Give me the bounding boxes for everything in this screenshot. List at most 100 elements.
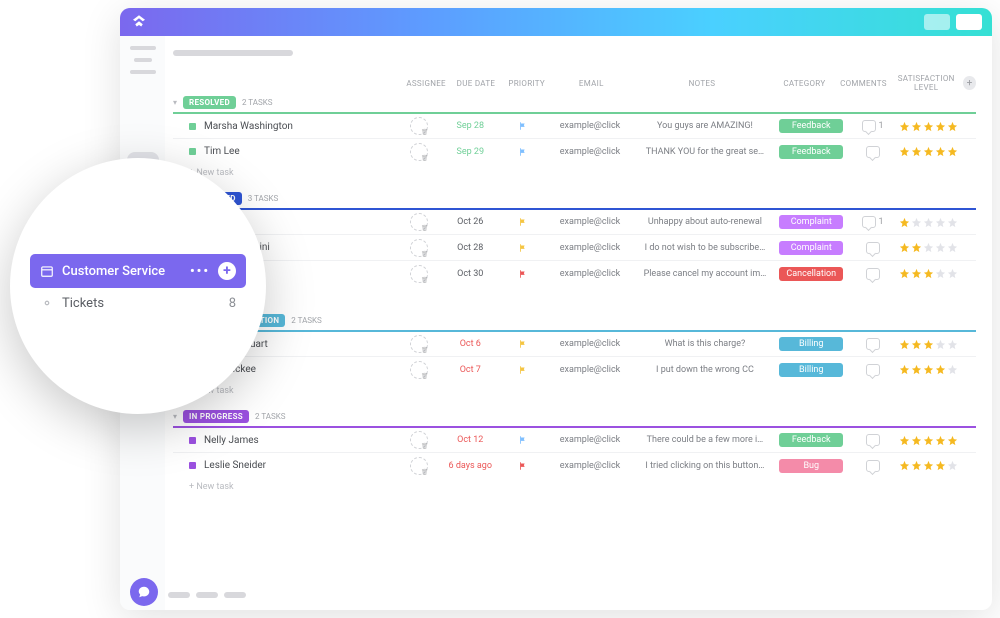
- category-cell[interactable]: Complaint: [777, 241, 846, 255]
- comments-cell[interactable]: 1: [846, 216, 900, 228]
- email-cell[interactable]: example@click: [547, 217, 633, 227]
- notes-cell[interactable]: I put down the wrong CC: [633, 365, 777, 375]
- group-header[interactable]: ▾RESOLVED2 TASKS: [173, 96, 976, 109]
- task-row[interactable]: Nelly James Oct 12 example@clickThere coul…: [173, 426, 976, 452]
- assignee-cell[interactable]: [396, 361, 442, 379]
- email-cell[interactable]: example@click: [547, 243, 633, 253]
- task-row[interactable]: Tessa AntoniniOct 28example@clickI do no…: [173, 234, 976, 260]
- email-cell[interactable]: example@click: [547, 435, 633, 445]
- task-row[interactable]: Leslie Sneider6 days agoexample@clickI t…: [173, 452, 976, 478]
- category-cell[interactable]: Billing: [777, 363, 846, 377]
- category-cell[interactable]: Feedback: [777, 119, 846, 133]
- add-list-button[interactable]: +: [218, 262, 236, 280]
- task-row[interactable]: Jessica StuartOct 6example@clickWhat is …: [173, 330, 976, 356]
- task-row[interactable]: Natalie PatelOct 30example@clickPlease c…: [173, 260, 976, 286]
- satisfaction-cell[interactable]: [899, 242, 976, 253]
- priority-cell[interactable]: [499, 216, 547, 228]
- window-min-button[interactable]: [924, 14, 950, 30]
- email-cell[interactable]: example@click: [547, 339, 633, 349]
- category-cell[interactable]: Billing: [777, 337, 846, 351]
- new-task-button[interactable]: + New task: [173, 478, 976, 492]
- task-name[interactable]: Tim Lee: [204, 146, 396, 157]
- col-comments[interactable]: COMMENTS: [838, 79, 890, 88]
- task-name[interactable]: Nelly James: [204, 435, 396, 446]
- assignee-cell[interactable]: [396, 265, 442, 283]
- email-cell[interactable]: example@click: [547, 269, 633, 279]
- category-cell[interactable]: Feedback: [777, 433, 846, 447]
- space-row[interactable]: Customer Service ••• +: [30, 254, 246, 288]
- task-row[interactable]: Tom MckeeOct 7example@clickI put down th…: [173, 356, 976, 382]
- assignee-cell[interactable]: [396, 213, 442, 231]
- priority-cell[interactable]: [499, 120, 547, 132]
- due-date-cell[interactable]: Oct 12: [442, 435, 499, 445]
- list-row[interactable]: Tickets 8: [30, 288, 246, 318]
- notes-cell[interactable]: You guys are AMAZING!: [633, 121, 777, 131]
- task-row[interactable]: Kylie ParkOct 26example@clickUnhappy abo…: [173, 208, 976, 234]
- new-task-button[interactable]: + New task: [173, 382, 976, 396]
- assignee-cell[interactable]: [396, 335, 442, 353]
- category-cell[interactable]: Feedback: [777, 145, 846, 159]
- col-category[interactable]: CATEGORY: [771, 79, 837, 88]
- notes-cell[interactable]: There could be a few more i…: [633, 435, 777, 445]
- priority-cell[interactable]: [499, 364, 547, 376]
- add-column-button[interactable]: +: [963, 76, 976, 90]
- chevron-down-icon[interactable]: ▾: [173, 98, 177, 107]
- priority-cell[interactable]: [499, 434, 547, 446]
- comments-cell[interactable]: [846, 242, 900, 254]
- satisfaction-cell[interactable]: [899, 146, 976, 157]
- email-cell[interactable]: example@click: [547, 147, 633, 157]
- email-cell[interactable]: example@click: [547, 365, 633, 375]
- due-date-cell[interactable]: Oct 30: [442, 269, 499, 279]
- assignee-cell[interactable]: [396, 457, 442, 475]
- comments-cell[interactable]: [846, 268, 900, 280]
- due-date-cell[interactable]: Oct 26: [442, 217, 499, 227]
- due-date-cell[interactable]: Sep 29: [442, 147, 499, 157]
- comments-cell[interactable]: [846, 364, 900, 376]
- assignee-cell[interactable]: [396, 431, 442, 449]
- col-email[interactable]: EMAIL: [550, 79, 633, 88]
- group-header[interactable]: ▾NEEDS CLARIFICATION2 TASKS: [173, 314, 976, 327]
- satisfaction-cell[interactable]: [899, 364, 976, 375]
- notes-cell[interactable]: I do not wish to be subscribe…: [633, 243, 777, 253]
- chevron-down-icon[interactable]: ▾: [173, 412, 177, 421]
- comments-cell[interactable]: [846, 338, 900, 350]
- email-cell[interactable]: example@click: [547, 461, 633, 471]
- priority-cell[interactable]: [499, 242, 547, 254]
- col-priority[interactable]: PRIORITY: [504, 79, 550, 88]
- group-header[interactable]: ▾ESCALATED3 TASKS: [173, 192, 976, 205]
- due-date-cell[interactable]: Oct 28: [442, 243, 499, 253]
- task-row[interactable]: Marsha WashingtonSep 28example@clickYou …: [173, 112, 976, 138]
- space-menu-button[interactable]: •••: [190, 264, 210, 279]
- notes-cell[interactable]: THANK YOU for the great se…: [633, 147, 777, 157]
- task-name[interactable]: Leslie Sneider: [204, 460, 396, 471]
- task-name[interactable]: Marsha Washington: [204, 121, 396, 132]
- col-assignee[interactable]: ASSIGNEE: [404, 79, 448, 88]
- category-cell[interactable]: Bug: [777, 459, 846, 473]
- col-notes[interactable]: NOTES: [633, 79, 771, 88]
- task-row[interactable]: Tim Lee Sep 29 example@clickTHANK YOU for …: [173, 138, 976, 164]
- satisfaction-cell[interactable]: [899, 121, 976, 132]
- notes-cell[interactable]: Unhappy about auto-renewal: [633, 217, 777, 227]
- window-max-button[interactable]: [956, 14, 982, 30]
- chat-fab-button[interactable]: [130, 578, 158, 606]
- group-header[interactable]: ▾IN PROGRESS2 TASKS: [173, 410, 976, 423]
- priority-cell[interactable]: [499, 338, 547, 350]
- due-date-cell[interactable]: Oct 7: [442, 365, 499, 375]
- category-cell[interactable]: Complaint: [777, 215, 846, 229]
- notes-cell[interactable]: What is this charge?: [633, 339, 777, 349]
- comments-cell[interactable]: [846, 146, 900, 158]
- priority-cell[interactable]: [499, 146, 547, 158]
- due-date-cell[interactable]: Oct 6: [442, 339, 499, 349]
- due-date-cell[interactable]: Sep 28: [442, 121, 499, 131]
- satisfaction-cell[interactable]: [899, 339, 976, 350]
- priority-cell[interactable]: [499, 460, 547, 472]
- satisfaction-cell[interactable]: [899, 217, 976, 228]
- due-date-cell[interactable]: 6 days ago: [442, 461, 499, 471]
- notes-cell[interactable]: Please cancel my account im…: [633, 269, 777, 279]
- comments-cell[interactable]: [846, 434, 900, 446]
- priority-cell[interactable]: [499, 268, 547, 280]
- col-satisfaction[interactable]: SATISFACTION LEVEL: [889, 74, 963, 92]
- col-due-date[interactable]: DUE DATE: [448, 79, 503, 88]
- assignee-cell[interactable]: [396, 143, 442, 161]
- comments-cell[interactable]: [846, 460, 900, 472]
